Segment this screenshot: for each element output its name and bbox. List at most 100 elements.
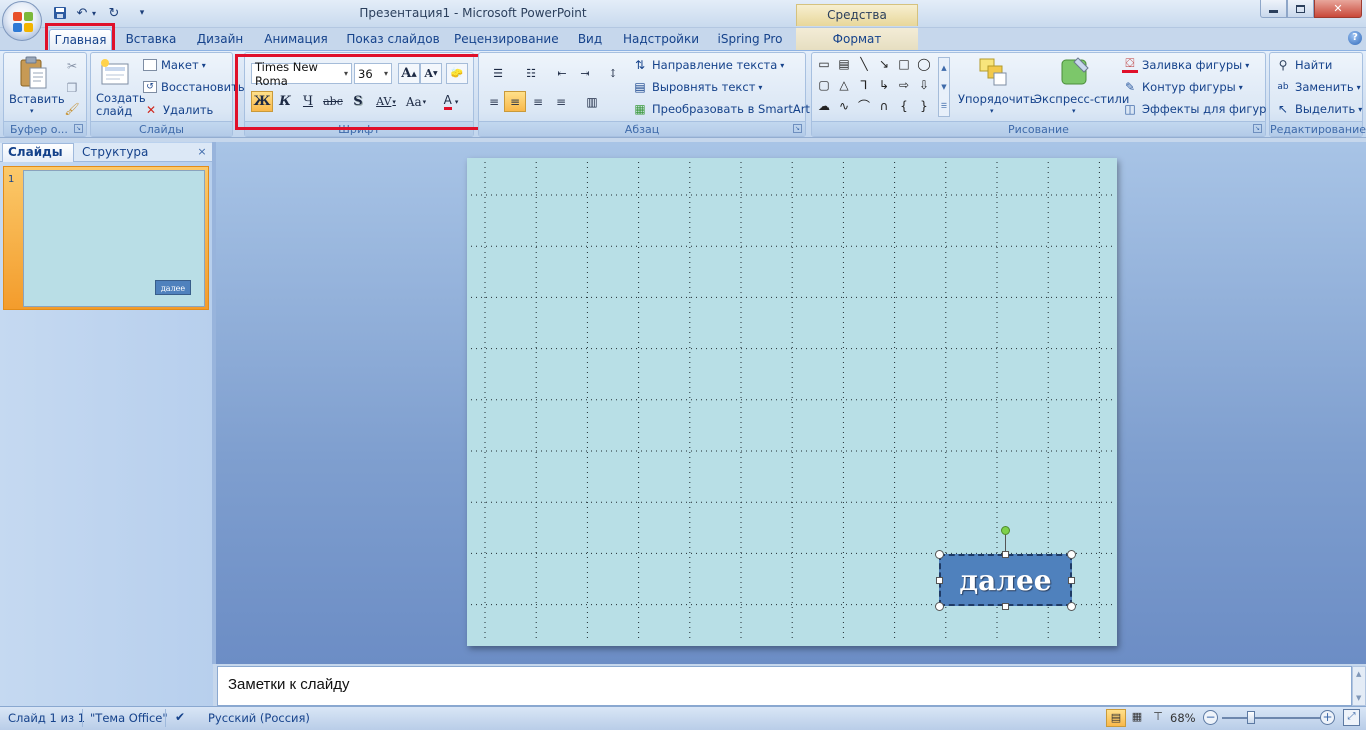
notes-area[interactable]: Заметки к слайду xyxy=(217,666,1352,706)
tab-slides[interactable]: Слайды xyxy=(2,143,74,162)
shape-arrow-line-icon[interactable]: ↘ xyxy=(876,57,892,71)
paste-dropdown-icon[interactable]: ▾ xyxy=(30,107,34,115)
resize-handle-ne[interactable] xyxy=(1067,550,1076,559)
bullets-button[interactable]: ☰ xyxy=(483,63,513,84)
tab-ispring[interactable]: iSpring Pro xyxy=(714,29,786,51)
zoom-slider-track[interactable] xyxy=(1222,717,1320,719)
arrange-icon[interactable] xyxy=(978,57,1008,87)
tab-slideshow[interactable]: Показ слайдов xyxy=(346,29,440,51)
replace-button[interactable]: ab Заменить ▾ xyxy=(1275,79,1360,95)
notes-scroll-up-icon[interactable]: ▲ xyxy=(1356,670,1361,678)
zoom-out-icon[interactable]: − xyxy=(1203,710,1218,725)
shape-textbox-icon[interactable]: ▤ xyxy=(836,57,852,71)
cut-icon[interactable]: ✂ xyxy=(64,58,80,74)
shape-rectangle-icon[interactable]: ▭ xyxy=(816,57,832,71)
resize-handle-se[interactable] xyxy=(1067,602,1076,611)
align-center-icon[interactable]: ≡ xyxy=(504,91,526,112)
numbering-button[interactable]: ☷ xyxy=(516,63,546,84)
paste-icon[interactable] xyxy=(18,56,48,90)
format-painter-icon[interactable]: 🖌 xyxy=(64,101,80,117)
tab-outline[interactable]: Структура xyxy=(76,145,164,162)
quick-styles-icon[interactable] xyxy=(1060,56,1090,88)
tab-animation[interactable]: Анимация xyxy=(262,29,330,51)
next-action-button[interactable]: далее xyxy=(939,554,1072,606)
shape-outline-button[interactable]: ✎ Контур фигуры ▾ xyxy=(1122,79,1243,95)
tab-format[interactable]: Формат xyxy=(826,29,888,51)
office-button[interactable] xyxy=(2,1,42,41)
arrange-dropdown-icon[interactable]: ▾ xyxy=(990,107,994,115)
quick-styles-button[interactable]: Экспресс-стили xyxy=(1034,92,1129,106)
notes-scrollbar[interactable]: ▲ ▼ xyxy=(1352,666,1366,706)
shape-triangle-icon[interactable]: △ xyxy=(836,78,852,92)
paste-button[interactable]: Вставить xyxy=(9,92,65,106)
shape-freeform-icon[interactable]: ∩ xyxy=(876,99,892,113)
shape-arc-icon[interactable]: ⌒ xyxy=(856,99,872,113)
smartart-button[interactable]: ▦ Преобразовать в SmartArt ▾ xyxy=(632,101,817,117)
shapes-gallery-scroll[interactable]: ▲ ▼ ☰ xyxy=(938,57,950,117)
tab-insert[interactable]: Вставка xyxy=(122,29,180,51)
help-icon[interactable]: ? xyxy=(1348,31,1362,45)
delete-slide-button[interactable]: ✕ Удалить xyxy=(143,102,213,118)
gallery-more-icon[interactable]: ☰ xyxy=(941,102,947,110)
align-text-button[interactable]: ▤ Выровнять текст ▾ xyxy=(632,79,762,95)
tab-addins[interactable]: Надстройки xyxy=(622,29,700,51)
shape-brace-right-icon[interactable]: } xyxy=(916,99,932,113)
copy-icon[interactable]: ❐ xyxy=(64,80,80,96)
tab-review[interactable]: Рецензирование xyxy=(454,29,559,51)
fit-slide-icon[interactable]: ⤢ xyxy=(1343,709,1360,726)
shape-curve-icon[interactable]: ∿ xyxy=(836,99,852,113)
zoom-level[interactable]: 68% xyxy=(1170,711,1196,725)
slide-sorter-icon[interactable]: ▦ xyxy=(1127,709,1147,727)
align-left-icon[interactable]: ≡ xyxy=(483,91,505,112)
shape-rounded-rect-icon[interactable]: ▢ xyxy=(816,78,832,92)
arrange-button[interactable]: Упорядочить xyxy=(958,92,1037,106)
increase-indent-icon[interactable]: ⇥ xyxy=(574,63,596,84)
shape-elbow-icon[interactable]: ⅂ xyxy=(856,78,872,92)
shape-effects-button[interactable]: ◫ Эффекты для фигур ▾ xyxy=(1122,101,1273,117)
notes-scroll-down-icon[interactable]: ▼ xyxy=(1356,694,1361,702)
shape-line-icon[interactable]: ╲ xyxy=(856,57,872,71)
reset-button[interactable]: ↺ Восстановить xyxy=(143,80,245,94)
justify-icon[interactable]: ≡ xyxy=(550,91,572,112)
shape-oval-icon[interactable]: ◯ xyxy=(916,57,932,71)
zoom-slider-thumb[interactable] xyxy=(1247,711,1255,724)
select-button[interactable]: ↖ Выделить ▾ xyxy=(1275,101,1362,117)
columns-icon[interactable]: ▥ xyxy=(577,91,607,112)
shape-fill-button[interactable]: ⛋ Заливка фигуры ▾ xyxy=(1122,57,1249,73)
shape-down-arrow-icon[interactable]: ⇩ xyxy=(916,78,932,92)
align-right-icon[interactable]: ≡ xyxy=(527,91,549,112)
minimize-button[interactable] xyxy=(1260,0,1287,18)
rotation-handle[interactable] xyxy=(1001,526,1010,535)
spellcheck-icon[interactable]: ✔ xyxy=(175,710,185,724)
new-slide-button[interactable]: Создать слайд xyxy=(96,92,146,118)
line-spacing-icon[interactable]: ↕ xyxy=(599,63,627,84)
zoom-in-icon[interactable]: + xyxy=(1320,710,1335,725)
resize-handle-sw[interactable] xyxy=(935,602,944,611)
gallery-up-icon[interactable]: ▲ xyxy=(941,64,946,72)
status-theme[interactable]: "Тема Office" xyxy=(90,711,168,725)
paragraph-launcher-icon[interactable]: ↘ xyxy=(793,124,802,133)
restore-button[interactable] xyxy=(1287,0,1314,18)
close-pane-icon[interactable]: × xyxy=(196,145,208,159)
text-direction-button[interactable]: ⇅ Направление текста ▾ xyxy=(632,57,784,73)
resize-handle-e[interactable] xyxy=(1068,577,1075,584)
clipboard-launcher-icon[interactable]: ↘ xyxy=(74,124,83,133)
resize-handle-n[interactable] xyxy=(1002,551,1009,558)
layout-button[interactable]: Макет ▾ xyxy=(143,58,206,72)
resize-handle-w[interactable] xyxy=(936,577,943,584)
shape-rect2-icon[interactable]: □ xyxy=(896,57,912,71)
decrease-indent-icon[interactable]: ⇤ xyxy=(551,63,573,84)
new-slide-icon[interactable] xyxy=(100,58,130,88)
normal-view-icon[interactable]: ▤ xyxy=(1106,709,1126,727)
close-button[interactable]: ✕ xyxy=(1314,0,1362,18)
tab-view[interactable]: Вид xyxy=(572,29,608,51)
resize-handle-s[interactable] xyxy=(1002,603,1009,610)
drawing-launcher-icon[interactable]: ↘ xyxy=(1253,124,1262,133)
tab-design[interactable]: Дизайн xyxy=(194,29,246,51)
shape-cloud-icon[interactable]: ☁ xyxy=(816,99,832,113)
gallery-down-icon[interactable]: ▼ xyxy=(941,83,946,91)
shape-right-arrow-icon[interactable]: ⇨ xyxy=(896,78,912,92)
shape-brace-left-icon[interactable]: { xyxy=(896,99,912,113)
shape-elbow-arrow-icon[interactable]: ↳ xyxy=(876,78,892,92)
quick-styles-dropdown-icon[interactable]: ▾ xyxy=(1072,107,1076,115)
